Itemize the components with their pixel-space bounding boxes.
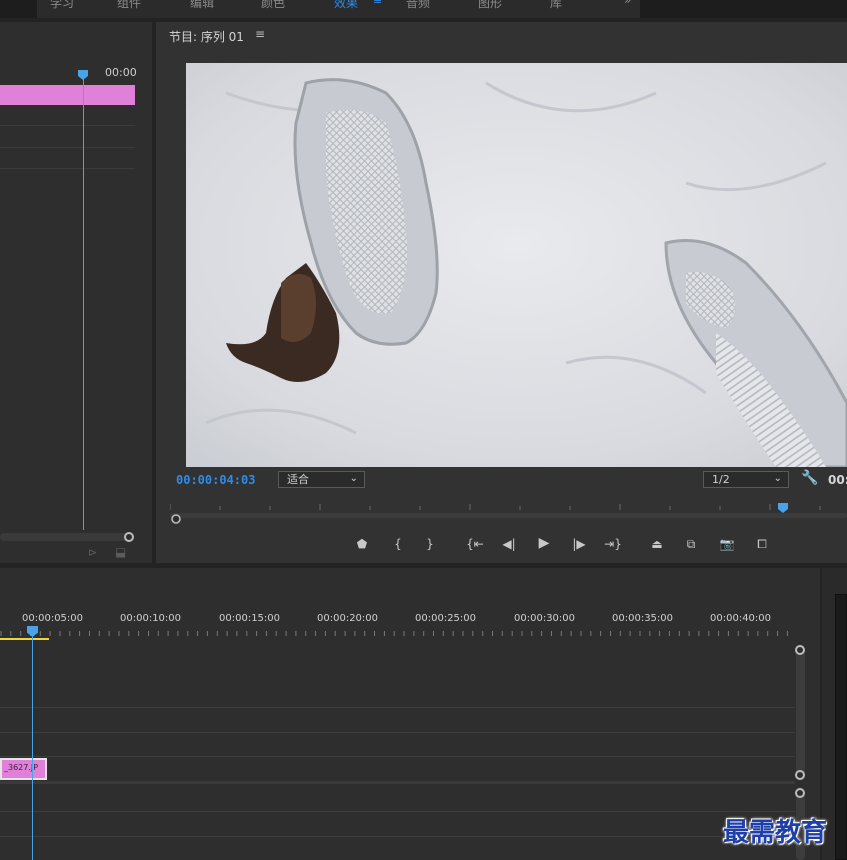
tab-assembly[interactable]: 组件 <box>117 0 141 11</box>
program-timecode[interactable]: 00:00:04:03 <box>176 473 255 487</box>
workspace-tabs: 学习 组件 编辑 颜色 效果 ≡ 音频 图形 库 <box>37 0 640 18</box>
play-icon[interactable]: ▶ <box>535 534 553 552</box>
scroll-handle-top[interactable] <box>795 645 805 655</box>
source-track-divider <box>0 125 135 126</box>
fit-dropdown-value: 适合 <box>287 473 309 486</box>
go-to-in-icon[interactable]: {⇤ <box>466 535 484 553</box>
tab-graphics[interactable]: 图形 <box>478 0 502 11</box>
tab-effects[interactable]: 效果 <box>334 0 358 11</box>
source-track-divider <box>0 168 135 169</box>
workspace-tabbar: 学习 组件 编辑 颜色 效果 ≡ 音频 图形 库 » <box>0 0 847 18</box>
audio-meter <box>835 594 847 860</box>
compare-icon[interactable]: ⧠ <box>753 535 771 553</box>
timeline-panel: 00:00:05:00 00:00:10:00 00:00:15:00 00:0… <box>0 568 820 860</box>
track-divider <box>0 756 795 757</box>
step-forward-icon[interactable]: |▶︎ <box>570 535 588 553</box>
track-divider <box>0 732 795 733</box>
export-frame-icon[interactable]: 📷 <box>718 535 736 553</box>
source-track-divider <box>0 147 135 148</box>
scroll-handle-bottom[interactable] <box>795 770 805 780</box>
video-audio-divider[interactable] <box>0 781 795 784</box>
hamburger-menu-icon[interactable]: ≡ <box>255 27 265 41</box>
marker-icon[interactable]: ⬟ <box>353 535 371 553</box>
ruler-label: 00:00:10:00 <box>120 613 182 624</box>
tab-libraries[interactable]: 库 <box>550 0 562 11</box>
fit-dropdown[interactable]: 适合 ⌄ <box>278 471 365 488</box>
program-monitor-title[interactable]: 节目: 序列 01 <box>169 28 244 45</box>
timeline-ruler-ticks[interactable] <box>0 626 795 638</box>
extract-icon[interactable]: ⧉ <box>682 535 700 553</box>
scroll-handle-top[interactable] <box>795 788 805 798</box>
resolution-dropdown-value: 1/2 <box>712 473 730 486</box>
ruler-label: 00:00:35:00 <box>612 613 674 624</box>
track-divider <box>0 707 795 708</box>
ruler-label: 00:00:05:00 <box>22 613 84 624</box>
ruler-label: 00:00:40:00 <box>710 613 772 624</box>
program-mini-ruler[interactable] <box>170 500 847 524</box>
video-clip[interactable]: _3627.JP <box>0 758 47 780</box>
work-area-bar[interactable] <box>0 638 49 640</box>
chevron-down-icon: ⌄ <box>349 473 358 484</box>
source-monitor-panel: 00:00 ⊳ ⬓ <box>0 22 152 563</box>
mark-out-icon[interactable]: } <box>421 535 439 553</box>
timeline-playhead-line <box>32 634 33 860</box>
chevron-down-icon: ⌄ <box>773 473 782 484</box>
source-playhead-line <box>83 78 84 530</box>
lift-icon[interactable]: ⏏ <box>648 535 666 553</box>
tab-audio[interactable]: 音频 <box>406 0 430 11</box>
wrench-icon[interactable]: 🔧 <box>801 470 818 486</box>
tab-menu-icon[interactable]: ≡ <box>373 0 382 7</box>
source-clip-bar[interactable] <box>0 85 135 105</box>
track-divider <box>0 836 795 837</box>
source-scrollbar[interactable] <box>0 533 130 541</box>
ruler-label: 00:00:20:00 <box>317 613 379 624</box>
program-duration: 00: <box>828 473 847 487</box>
source-timecode: 00:00 <box>105 66 137 79</box>
tab-editing[interactable]: 编辑 <box>190 0 214 11</box>
overwrite-icon[interactable]: ⬓ <box>115 545 126 559</box>
more-tabs-icon[interactable]: » <box>624 0 631 7</box>
program-monitor-panel: 节目: 序列 01 ≡ 00:00:04:03 适合 ⌄ 1/2 ⌄ 🔧 00 … <box>156 22 847 563</box>
resolution-dropdown[interactable]: 1/2 ⌄ <box>703 471 789 488</box>
video-frame-preview <box>186 63 847 467</box>
track-divider <box>0 811 795 812</box>
watermark-text: 最需教育 <box>723 818 828 848</box>
go-to-out-icon[interactable]: ⇥} <box>604 535 622 553</box>
tab-color[interactable]: 颜色 <box>261 0 285 11</box>
tab-learn[interactable]: 学习 <box>50 0 74 11</box>
step-back-icon[interactable]: ◀︎| <box>500 535 518 553</box>
ruler-label: 00:00:25:00 <box>415 613 477 624</box>
source-scroll-handle[interactable] <box>124 532 134 542</box>
ruler-label: 00:00:30:00 <box>514 613 576 624</box>
video-tracks-scrollbar[interactable] <box>796 650 805 780</box>
insert-icon[interactable]: ⊳ <box>88 546 97 559</box>
mark-in-icon[interactable]: { <box>389 535 407 553</box>
ruler-label: 00:00:15:00 <box>219 613 281 624</box>
